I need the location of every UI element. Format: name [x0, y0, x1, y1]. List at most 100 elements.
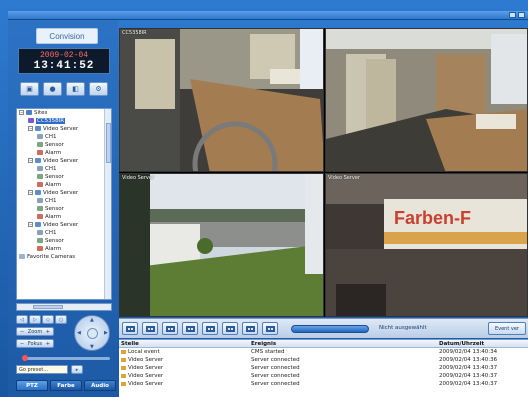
- tree-horizontal-scrollbar[interactable]: [16, 303, 112, 311]
- tree-vertical-scrollbar[interactable]: [104, 109, 111, 299]
- arrow-right-icon[interactable]: ▶: [104, 330, 108, 336]
- expand-icon[interactable]: −: [19, 110, 24, 115]
- cell-text: Video Server: [128, 381, 164, 387]
- camera-feed-sign: Farben-F: [326, 174, 527, 316]
- maximize-icon[interactable]: [518, 12, 525, 18]
- arrow-down-icon[interactable]: ▼: [90, 344, 94, 350]
- tab-audio[interactable]: Audio: [84, 380, 116, 391]
- cell-text: Video Server: [128, 365, 164, 371]
- sensor-icon: [37, 142, 43, 147]
- ptz-home-button[interactable]: [87, 328, 98, 339]
- table-row[interactable]: Video Server Server connected 2009/02/04 1…: [119, 364, 528, 372]
- tree-item[interactable]: Alarm: [17, 149, 111, 157]
- expand-icon[interactable]: −: [28, 158, 33, 163]
- tree-item[interactable]: Sensor: [17, 173, 111, 181]
- sensor-icon: [37, 174, 43, 179]
- tree-item-label: Alarm: [45, 150, 62, 156]
- column-header[interactable]: Ereignis: [251, 340, 439, 347]
- tree-item[interactable]: − Sites: [17, 109, 111, 117]
- event-view-button[interactable]: Event ver: [488, 322, 526, 335]
- layout-4x4-button[interactable]: [182, 322, 198, 335]
- tree-item[interactable]: − Video Server: [17, 221, 111, 229]
- record-icon[interactable]: ●: [43, 82, 62, 96]
- ptz-controls: ◁ ▷ ◇ ○ − Zoom + − Fokus + ▲ ▼ ◀ ▶ Go preset…: [16, 315, 112, 389]
- table-row[interactable]: Video Server Server connected 2009/02/04 1…: [119, 356, 528, 364]
- tab-ptz[interactable]: PTZ: [16, 380, 48, 391]
- video-cell-1[interactable]: CC5358IR: [119, 28, 324, 172]
- tree-item[interactable]: − Video Server: [17, 157, 111, 165]
- tree-item[interactable]: − Video Server: [17, 125, 111, 133]
- layout-5x5-button[interactable]: [202, 322, 218, 335]
- table-cell: CMS started: [251, 348, 439, 356]
- zoom-control[interactable]: − Zoom +: [16, 327, 54, 336]
- video-cell-4[interactable]: Farben-F Video Server: [325, 173, 528, 317]
- column-header[interactable]: Datum/Uhrzeit: [439, 340, 521, 347]
- ptz-speed-slider[interactable]: [22, 355, 110, 361]
- camera-feed-office: [120, 29, 323, 171]
- camera-icon[interactable]: ▣: [20, 82, 39, 96]
- table-cell: Video Server: [119, 372, 251, 380]
- arrow-left-icon[interactable]: ◀: [77, 330, 81, 336]
- expand-icon[interactable]: −: [28, 190, 33, 195]
- ptz-button-4[interactable]: ○: [55, 315, 67, 324]
- slider-knob[interactable]: [22, 355, 28, 361]
- tree-item[interactable]: CH1: [17, 165, 111, 173]
- tab-farbe[interactable]: Farbe: [50, 380, 82, 391]
- settings-icon[interactable]: ⚙: [89, 82, 108, 96]
- tree-item[interactable]: Alarm: [17, 181, 111, 189]
- fullscreen-button[interactable]: [262, 322, 278, 335]
- tree-item-label: Sensor: [45, 238, 64, 244]
- tree-item[interactable]: Sensor: [17, 141, 111, 149]
- expand-icon[interactable]: −: [28, 222, 33, 227]
- scrollbar-thumb[interactable]: [106, 123, 111, 163]
- preset-go-button[interactable]: ▸: [71, 365, 83, 374]
- arrow-up-icon[interactable]: ▲: [90, 317, 94, 323]
- layout-3x3-button[interactable]: [162, 322, 178, 335]
- server-icon: [35, 126, 41, 131]
- screenshot-icon[interactable]: ◧: [66, 82, 85, 96]
- layout-2x2-button[interactable]: [142, 322, 158, 335]
- device-icon: [28, 118, 34, 123]
- video-cell-label: CC5358IR: [122, 30, 147, 36]
- cell-text: CMS started: [251, 349, 285, 355]
- ptz-direction-pad[interactable]: ▲ ▼ ◀ ▶: [74, 315, 110, 351]
- tree-item-label: Alarm: [45, 182, 62, 188]
- tree-item[interactable]: Sensor: [17, 237, 111, 245]
- preset-select[interactable]: Go preset...: [16, 365, 68, 374]
- table-row[interactable]: Local event CMS started 2009/02/04 13:40:3…: [119, 348, 528, 356]
- alarm-icon: [37, 246, 43, 251]
- table-row[interactable]: Video Server Server connected 2009/02/04 1…: [119, 380, 528, 388]
- tree-item[interactable]: − Video Server: [17, 189, 111, 197]
- tree-item-label: Video Server: [43, 222, 79, 228]
- layout-6x6-button[interactable]: [222, 322, 238, 335]
- ptz-button-3[interactable]: ◇: [42, 315, 54, 324]
- event-table: Stelle Ereignis Datum/Uhrzeit Local even…: [119, 339, 528, 397]
- channel-icon: [37, 166, 43, 171]
- ptz-button-1[interactable]: ◁: [16, 315, 28, 324]
- tree-item[interactable]: Alarm: [17, 245, 111, 253]
- tree-item[interactable]: Sensor: [17, 205, 111, 213]
- tree-item-label: CH1: [45, 166, 57, 172]
- table-row[interactable]: Video Server Server connected 2009/02/04 1…: [119, 372, 528, 380]
- expand-icon[interactable]: −: [28, 126, 33, 131]
- table-cell: Server connected: [251, 356, 439, 364]
- tree-item[interactable]: Favorite Cameras: [17, 253, 111, 261]
- minimize-icon[interactable]: [509, 12, 516, 18]
- ptz-button-2[interactable]: ▷: [29, 315, 41, 324]
- site-tree: − Sites CC5358IR − Video Server CH1 Sensor Alar…: [16, 108, 112, 300]
- video-cell-3[interactable]: Video Server: [119, 173, 324, 317]
- tree-item[interactable]: CC5358IR: [17, 117, 111, 125]
- clock-display: 2009-02-04 13:41:52: [18, 48, 110, 74]
- layout-7x7-button[interactable]: [242, 322, 258, 335]
- tree-item[interactable]: CH1: [17, 133, 111, 141]
- focus-control[interactable]: − Fokus +: [16, 339, 54, 348]
- logo: Convision: [36, 28, 98, 44]
- column-header[interactable]: Stelle: [119, 340, 251, 347]
- video-cell-2[interactable]: [325, 28, 528, 172]
- tree-item-label: Video Server: [43, 126, 79, 132]
- layout-1x1-button[interactable]: [122, 322, 138, 335]
- tree-item[interactable]: CH1: [17, 197, 111, 205]
- sensor-icon: [37, 238, 43, 243]
- tree-item[interactable]: Alarm: [17, 213, 111, 221]
- tree-item[interactable]: CH1: [17, 229, 111, 237]
